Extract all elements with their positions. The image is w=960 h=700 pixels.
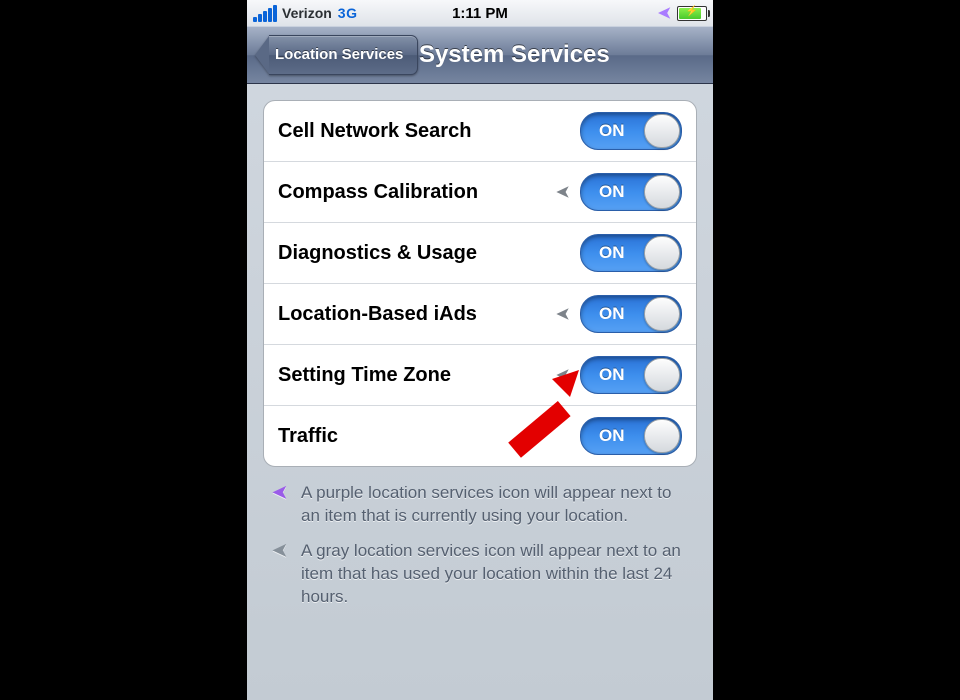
toggle-knob: [644, 175, 680, 209]
row-cell-network-search: Cell Network Search ON: [264, 101, 696, 162]
location-used-icon: ➤: [552, 182, 574, 202]
toggle-traffic[interactable]: ON: [580, 417, 682, 455]
toggle-compass-calibration[interactable]: ON: [580, 173, 682, 211]
location-purple-icon: ➤: [269, 481, 291, 527]
location-used-icon: ➤: [552, 304, 574, 324]
location-used-icon: ➤: [552, 365, 574, 385]
location-active-icon: ➤: [658, 3, 671, 23]
toggle-knob: [644, 419, 680, 453]
row-diagnostics-usage: Diagnostics & Usage ON: [264, 223, 696, 284]
row-label: Compass Calibration: [278, 181, 552, 204]
status-bar: Verizon 3G 1:11 PM ➤ ⚡: [247, 0, 713, 26]
settings-content: Cell Network Search ON Compass Calibrati…: [247, 84, 713, 700]
toggle-on-label: ON: [581, 121, 625, 141]
toggle-on-label: ON: [581, 243, 625, 263]
toggle-diagnostics-usage[interactable]: ON: [580, 234, 682, 272]
location-gray-icon: ➤: [269, 539, 291, 608]
toggle-on-label: ON: [581, 365, 625, 385]
footer-notes: ➤ A purple location services icon will a…: [263, 467, 697, 608]
toggle-knob: [644, 236, 680, 270]
row-location-based-iads: Location-Based iAds ➤ ON: [264, 284, 696, 345]
toggle-cell-network-search[interactable]: ON: [580, 112, 682, 150]
row-setting-time-zone: Setting Time Zone ➤ ON: [264, 345, 696, 406]
nav-bar: Location Services System Services: [247, 26, 713, 84]
toggle-knob: [644, 114, 680, 148]
toggle-location-based-iads[interactable]: ON: [580, 295, 682, 333]
toggle-knob: [644, 297, 680, 331]
back-button-label: Location Services: [269, 35, 418, 75]
clock-label: 1:11 PM: [247, 5, 713, 22]
row-label: Diagnostics & Usage: [278, 242, 552, 265]
phone-screen: Verizon 3G 1:11 PM ➤ ⚡ Location Services…: [247, 0, 713, 698]
row-compass-calibration: Compass Calibration ➤ ON: [264, 162, 696, 223]
toggle-on-label: ON: [581, 182, 625, 202]
page-title: System Services: [419, 41, 610, 69]
toggle-on-label: ON: [581, 304, 625, 324]
row-label: Setting Time Zone: [278, 364, 552, 387]
row-label: Cell Network Search: [278, 120, 552, 143]
note-gray: ➤ A gray location services icon will app…: [269, 539, 691, 608]
row-label: Location-Based iAds: [278, 303, 552, 326]
back-button[interactable]: Location Services: [255, 36, 418, 74]
note-text: A purple location services icon will app…: [301, 481, 691, 527]
row-label: Traffic: [278, 425, 552, 448]
toggle-on-label: ON: [581, 426, 625, 446]
toggle-knob: [644, 358, 680, 392]
note-text: A gray location services icon will appea…: [301, 539, 691, 608]
note-purple: ➤ A purple location services icon will a…: [269, 481, 691, 527]
settings-group: Cell Network Search ON Compass Calibrati…: [263, 100, 697, 467]
battery-icon: ⚡: [677, 6, 707, 21]
row-traffic: Traffic ON: [264, 406, 696, 466]
toggle-setting-time-zone[interactable]: ON: [580, 356, 682, 394]
